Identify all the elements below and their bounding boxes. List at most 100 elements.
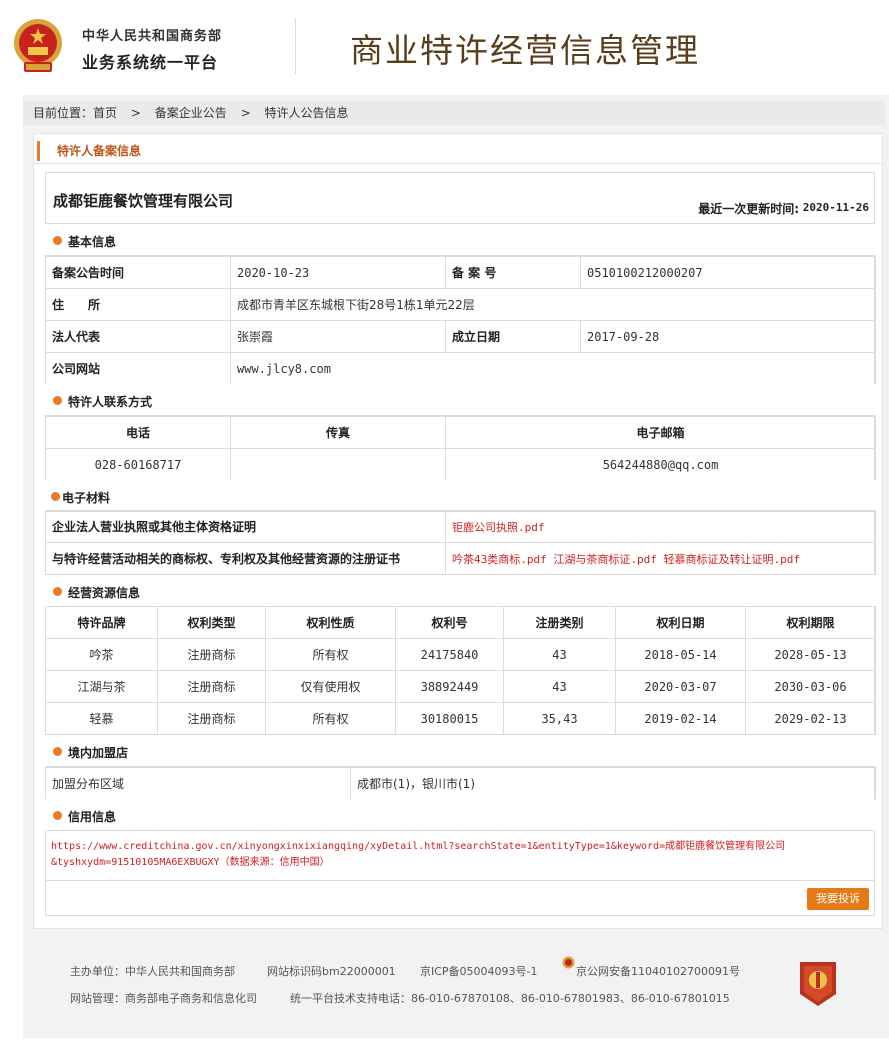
breadcrumb-separator: > [240, 106, 251, 120]
right-type-cell: 注册商标 [157, 702, 266, 735]
right-expiry-cell: 2029-02-13 [745, 702, 876, 735]
breadcrumb: 目前位置：首页 > 备案企业公告 > 特许人公告信息 [23, 101, 885, 125]
bullet-icon [53, 811, 62, 820]
basic-info-table: 备案公告时间 2020-10-23 备 案 号 0510100212000207… [45, 256, 876, 385]
file-link[interactable]: 江湖与茶商标证.pdf [553, 553, 657, 566]
right-type-cell: 注册商标 [157, 670, 266, 703]
bullet-icon [53, 396, 62, 405]
section-basic-info: 基本信息 [45, 224, 875, 256]
footer-manager: 网站管理：商务部电子商务和信息化司 [70, 992, 257, 1005]
right-date-cell: 2020-03-07 [615, 670, 746, 703]
section-materials: 电子材料 [45, 480, 875, 512]
complaint-button[interactable]: 我要投诉 [807, 888, 869, 910]
right-number-cell: 38892449 [395, 670, 504, 703]
file-link[interactable]: 吟茶43类商标.pdf [452, 553, 547, 566]
established-date-value: 2017-09-28 [580, 320, 876, 353]
filing-date-value: 2020-10-23 [230, 256, 446, 289]
distribution-label: 加盟分布区域 [45, 767, 351, 800]
breadcrumb-home[interactable]: 首页 [93, 106, 117, 120]
right-number-cell: 30180015 [395, 702, 504, 735]
table-row: 住 所 成都市青羊区东城根下街28号1栋1单元22层 [45, 288, 876, 321]
table-row: 法人代表 张崇霞 成立日期 2017-09-28 [45, 320, 876, 353]
section-title: 电子材料 [62, 491, 111, 505]
platform-name: 业务系统统一平台 [82, 53, 219, 72]
panel-header-accent [37, 141, 40, 161]
footer-sponsor: 主办单位：中华人民共和国商务部 [70, 965, 235, 978]
government-site-badge-icon[interactable] [796, 958, 840, 1008]
panel-title: 特许人备案信息 [57, 144, 142, 158]
section-resources: 经营资源信息 [45, 575, 875, 607]
bullet-icon [51, 492, 60, 501]
right-number-cell: 24175840 [395, 638, 504, 671]
breadcrumb-filing-announcements[interactable]: 备案企业公告 [155, 106, 227, 120]
breadcrumb-separator: > [130, 106, 141, 120]
established-date-label: 成立日期 [445, 320, 581, 353]
contact-table: 电话 传真 电子邮箱 028-60168717 564244880@qq.com [45, 416, 876, 481]
business-license-label: 企业法人营业执照或其他主体资格证明 [45, 510, 446, 543]
brand-cell: 轻慕 [45, 702, 158, 735]
materials-table: 企业法人营业执照或其他主体资格证明 钜鹿公司执照.pdf 与特许经营活动相关的商… [45, 510, 876, 575]
file-link[interactable]: 钜鹿公司执照.pdf [452, 521, 545, 534]
page-footer [23, 935, 889, 1038]
section-title: 信用信息 [68, 810, 117, 824]
legal-rep-value: 张崇霞 [230, 320, 446, 353]
address-label: 住 所 [45, 288, 231, 321]
footer-icp[interactable]: 京ICP备05004093号-1 [420, 963, 538, 979]
right-type-cell: 注册商标 [157, 638, 266, 671]
company-row: 成都钜鹿餐饮管理有限公司 最近一次更新时间: 2020-11-26 [45, 172, 875, 224]
address-value: 成都市青羊区东城根下街28号1栋1单元22层 [230, 288, 876, 321]
phone-value: 028-60168717 [45, 448, 231, 481]
class-cell: 43 [503, 638, 616, 671]
filing-number-label: 备 案 号 [445, 256, 581, 289]
filing-number-value: 0510100212000207 [580, 256, 876, 289]
column-header: 权利期限 [745, 606, 876, 639]
credit-url-line: &tyshxydm=91510105MA6EXBUGXY（数据来源：信用中国） [51, 857, 330, 868]
phone-header: 电话 [45, 416, 231, 449]
credit-url-line: https://www.creditchina.gov.cn/xinyongxi… [51, 841, 786, 852]
credit-link[interactable]: https://www.creditchina.gov.cn/xinyongxi… [45, 831, 875, 881]
table-header-row: 特许品牌 权利类型 权利性质 权利号 注册类别 权利日期 权利期限 [45, 606, 876, 639]
column-header: 特许品牌 [45, 606, 158, 639]
breadcrumb-label: 目前位置： [33, 106, 94, 120]
legal-rep-label: 法人代表 [45, 320, 231, 353]
update-value: 2020-11-26 [802, 201, 869, 214]
file-link[interactable]: 轻慕商标证及转让证明.pdf [664, 553, 801, 566]
header-divider [295, 18, 296, 74]
table-row: 备案公告时间 2020-10-23 备 案 号 0510100212000207 [45, 256, 876, 289]
class-cell: 43 [503, 670, 616, 703]
column-header: 权利号 [395, 606, 504, 639]
brand-cell: 吟茶 [45, 638, 158, 671]
footer-police-record[interactable]: 京公网安备11040102700091号 [576, 963, 740, 979]
section-title: 特许人联系方式 [68, 395, 153, 409]
fax-header: 传真 [230, 416, 446, 449]
email-header: 电子邮箱 [445, 416, 876, 449]
filing-date-label: 备案公告时间 [45, 256, 231, 289]
footer-support-phone: 统一平台技术支持电话：86-010-67870108、86-010-678019… [290, 992, 730, 1005]
page-header: 中华人民共和国商务部 业务系统统一平台 商业特许经营信息管理 [0, 0, 889, 95]
table-row: 028-60168717 564244880@qq.com [45, 448, 876, 481]
right-date-cell: 2018-05-14 [615, 638, 746, 671]
table-row: 公司网站 www.jlcy8.com [45, 352, 876, 385]
bullet-icon [53, 587, 62, 596]
bullet-icon [53, 236, 62, 245]
email-value: 564244880@qq.com [445, 448, 876, 481]
website-label: 公司网站 [45, 352, 231, 385]
table-row: 吟茶 注册商标 所有权 24175840 43 2018-05-14 2028-… [45, 638, 876, 671]
table-row: 轻慕 注册商标 所有权 30180015 35,43 2019-02-14 20… [45, 702, 876, 735]
right-date-cell: 2019-02-14 [615, 702, 746, 735]
right-expiry-cell: 2028-05-13 [745, 638, 876, 671]
section-title: 经营资源信息 [68, 586, 141, 600]
police-badge-icon [562, 956, 575, 969]
table-row: 与特许经营活动相关的商标权、专利权及其他经营资源的注册证书 吟茶43类商标.pd… [45, 542, 876, 575]
section-franchise-stores: 境内加盟店 [45, 735, 875, 767]
right-expiry-cell: 2030-03-06 [745, 670, 876, 703]
table-row: 江湖与茶 注册商标 仅有使用权 38892449 43 2020-03-07 2… [45, 670, 876, 703]
website-value: www.jlcy8.com [230, 352, 876, 385]
update-label: 最近一次更新时间: [698, 202, 799, 216]
system-title: 商业特许经营信息管理 [350, 31, 700, 70]
class-cell: 35,43 [503, 702, 616, 735]
table-row: 加盟分布区域 成都市(1)，银川市(1) [45, 767, 876, 800]
company-name: 成都钜鹿餐饮管理有限公司 [53, 192, 234, 210]
column-header: 权利日期 [615, 606, 746, 639]
national-emblem-icon [14, 19, 62, 72]
